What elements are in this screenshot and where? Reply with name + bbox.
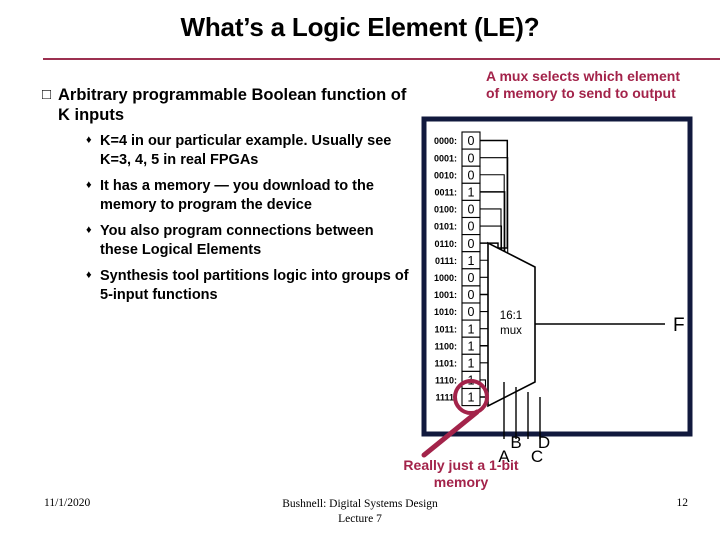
output-label: F: [673, 315, 685, 336]
memory-cell-value: 0: [468, 220, 475, 234]
memory-address-label: 0010:: [434, 170, 457, 180]
memory-address-label: 1011:: [434, 324, 457, 334]
page-title: What’s a Logic Element (LE)?: [180, 12, 540, 42]
memory-cell-value: 0: [468, 203, 475, 217]
memory-cell-value: 1: [468, 322, 475, 336]
select-label-d: D: [538, 433, 550, 452]
memory-cell-value: 0: [468, 305, 475, 319]
memory-cell-value: 1: [468, 356, 475, 370]
callout-mux-description: A mux selects which element of memory to…: [486, 68, 680, 101]
memory-address-label: 1010:: [434, 307, 457, 317]
diamond-bullet-icon: ♦: [86, 134, 92, 146]
memory-to-mux-wire: [480, 139, 509, 249]
bullet-level2-1-label: K=4 in our particular example. Usually s…: [100, 133, 392, 168]
select-label-b: B: [510, 433, 521, 452]
title-divider: [43, 58, 720, 60]
footer-page-number: 12: [676, 497, 689, 509]
memory-cell-layer: 0001000100011111: [461, 131, 481, 407]
memory-cell-value: 1: [468, 254, 475, 268]
memory-address-label: 0101:: [434, 222, 457, 232]
memory-cell-value: 1: [468, 185, 475, 199]
select-label-a: A: [498, 447, 510, 466]
footer-attribution-line1: Bushnell: Digital Systems Design: [282, 498, 438, 510]
logic-element-diagram: 0001000100011111 0000: 0001: 0010: 0011: 010…: [420, 115, 720, 490]
memory-address-label: 1000:: [434, 273, 457, 283]
mux-label-line1: 16:1: [500, 310, 522, 322]
footer-attribution: Bushnell: Digital Systems Design Lecture…: [210, 497, 510, 527]
bullet-list: □ Arbitrary programmable Boolean functio…: [42, 85, 412, 312]
memory-address-label: 0100:: [434, 205, 457, 215]
bullet-level2-2: ♦ It has a memory — you download to the …: [86, 177, 412, 214]
bullet-level2-4-label: Synthesis tool partitions logic into gro…: [100, 268, 409, 303]
memory-address-label: 0000:: [434, 136, 457, 146]
memory-cell-value: 0: [468, 237, 475, 251]
memory-cell-value: 0: [468, 151, 475, 165]
footer-date: 11/1/2020: [44, 497, 91, 509]
bullet-level2-2-label: It has a memory — you download to the me…: [100, 178, 374, 213]
square-bullet-icon: □: [42, 86, 52, 103]
memory-address-label: 0001:: [434, 153, 457, 163]
memory-cell-value: 0: [468, 134, 475, 148]
bullet-level2-4: ♦ Synthesis tool partitions logic into g…: [86, 267, 412, 304]
memory-address-label: 0111:: [435, 256, 457, 266]
memory-cell-value: 0: [468, 271, 475, 285]
diamond-bullet-icon: ♦: [86, 224, 92, 236]
footer-attribution-line2: Lecture 7: [338, 513, 382, 525]
mux-label-line2: mux: [500, 325, 522, 337]
memory-address-label: 0110:: [434, 239, 457, 249]
memory-address-label: 0011:: [434, 187, 457, 197]
diamond-bullet-icon: ♦: [86, 269, 92, 281]
sub-bullet-list: ♦ K=4 in our particular example. Usually…: [42, 132, 412, 304]
memory-address-label: 1101:: [434, 358, 457, 368]
bullet-level2-3: ♦ You also program connections between t…: [86, 222, 412, 259]
bullet-level1-label: Arbitrary programmable Boolean function …: [58, 86, 407, 124]
memory-cell-value: 0: [468, 288, 475, 302]
bullet-level1: □ Arbitrary programmable Boolean functio…: [42, 85, 412, 125]
address-label-layer: 0000: 0001: 0010: 0011: 0100: 0101: 0110: 0111:…: [434, 136, 457, 403]
memory-cell-value: 0: [468, 168, 475, 182]
memory-cell-value: 1: [468, 391, 475, 405]
memory-address-label: 1100:: [434, 341, 457, 351]
memory-address-label: 1110:: [435, 376, 457, 386]
bullet-level2-1: ♦ K=4 in our particular example. Usually…: [86, 132, 412, 169]
bullet-level2-3-label: You also program connections between the…: [100, 223, 374, 258]
memory-cell-value: 1: [468, 339, 475, 353]
memory-address-label: 1001:: [434, 290, 457, 300]
diamond-bullet-icon: ♦: [86, 179, 92, 191]
